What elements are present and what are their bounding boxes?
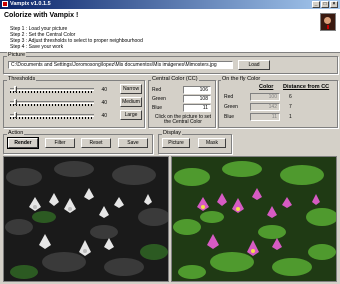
narrow-button[interactable]: Narrow	[120, 84, 142, 94]
mask-view-button[interactable]: Mask	[198, 138, 226, 148]
app-window: Vampix v1.0.1.5 _ □ × Colorize with Vamp…	[0, 0, 340, 284]
render-button[interactable]: Render	[7, 137, 39, 149]
cc-red-label: Red	[152, 87, 162, 93]
cc-blue-field[interactable]: 11	[183, 104, 211, 112]
save-button[interactable]: Save	[118, 138, 148, 148]
app-icon	[2, 1, 8, 7]
display-group-label: Display	[162, 130, 183, 136]
picture-view-button[interactable]: Picture	[162, 138, 190, 148]
slider-thumb[interactable]	[14, 112, 17, 118]
minimize-icon[interactable]: _	[312, 1, 320, 8]
thresholds-group-label: Thresholds	[7, 76, 37, 82]
large-button[interactable]: Large	[120, 110, 142, 120]
threshold-value-3: 40	[101, 113, 107, 119]
step-4: Step 4 : Save your work	[10, 44, 64, 50]
fly-red-field: 100	[250, 93, 280, 101]
load-button[interactable]: Load	[238, 60, 270, 70]
filter-button[interactable]: Filter	[45, 138, 75, 148]
slider-thumb[interactable]	[14, 86, 17, 92]
threshold-slider-2[interactable]	[10, 99, 94, 106]
color-column-header: Color	[259, 84, 274, 90]
cc-blue-label: Blue	[152, 105, 163, 111]
fly-green-distance: 7	[289, 104, 292, 110]
threshold-slider-1[interactable]	[10, 86, 94, 93]
fly-green-field: 142	[250, 103, 280, 111]
cc-hint: Click on the picture to set the Central …	[154, 114, 212, 125]
action-group-label: Action	[7, 130, 25, 136]
fly-green-label: Green	[224, 104, 238, 110]
maximize-icon[interactable]: □	[321, 1, 329, 8]
original-picture-image[interactable]	[171, 156, 337, 282]
instructions-banner: Colorize with Vampix ! Step 1 : Load you…	[0, 9, 340, 53]
slider-thumb[interactable]	[14, 99, 17, 105]
fly-blue-field: 11	[250, 113, 280, 121]
fly-blue-label: Blue	[224, 114, 235, 120]
window-title: Vampix v1.0.1.5	[10, 1, 51, 7]
banner-heading: Colorize with Vampix !	[4, 12, 79, 19]
rendered-preview-image[interactable]	[3, 156, 169, 282]
picture-group-label: Picture	[7, 52, 27, 58]
picture-path-field[interactable]: C:\Documents and Settings\Joromosong\lop…	[8, 61, 233, 69]
medium-button[interactable]: Medium	[120, 97, 142, 107]
onfly-group-label: On the fly Color	[221, 76, 262, 82]
close-icon[interactable]: ×	[330, 1, 338, 8]
author-photo-icon	[320, 13, 336, 31]
threshold-slider-3[interactable]	[10, 112, 94, 119]
fly-red-distance: 6	[289, 94, 292, 100]
threshold-value-1: 40	[101, 87, 107, 93]
distance-column-header: Distance from CC	[283, 84, 330, 90]
threshold-value-2: 40	[101, 100, 107, 106]
cc-red-field[interactable]: 106	[183, 86, 211, 94]
cc-green-label: Green	[152, 96, 166, 102]
fly-red-label: Red	[224, 94, 234, 100]
reset-button[interactable]: Reset	[81, 138, 111, 148]
central-color-group-label: Central Color (CC)	[151, 76, 199, 82]
title-bar: Vampix v1.0.1.5 _ □ ×	[0, 0, 340, 9]
fly-blue-distance: 1	[289, 114, 292, 120]
cc-green-field[interactable]: 108	[183, 95, 211, 103]
